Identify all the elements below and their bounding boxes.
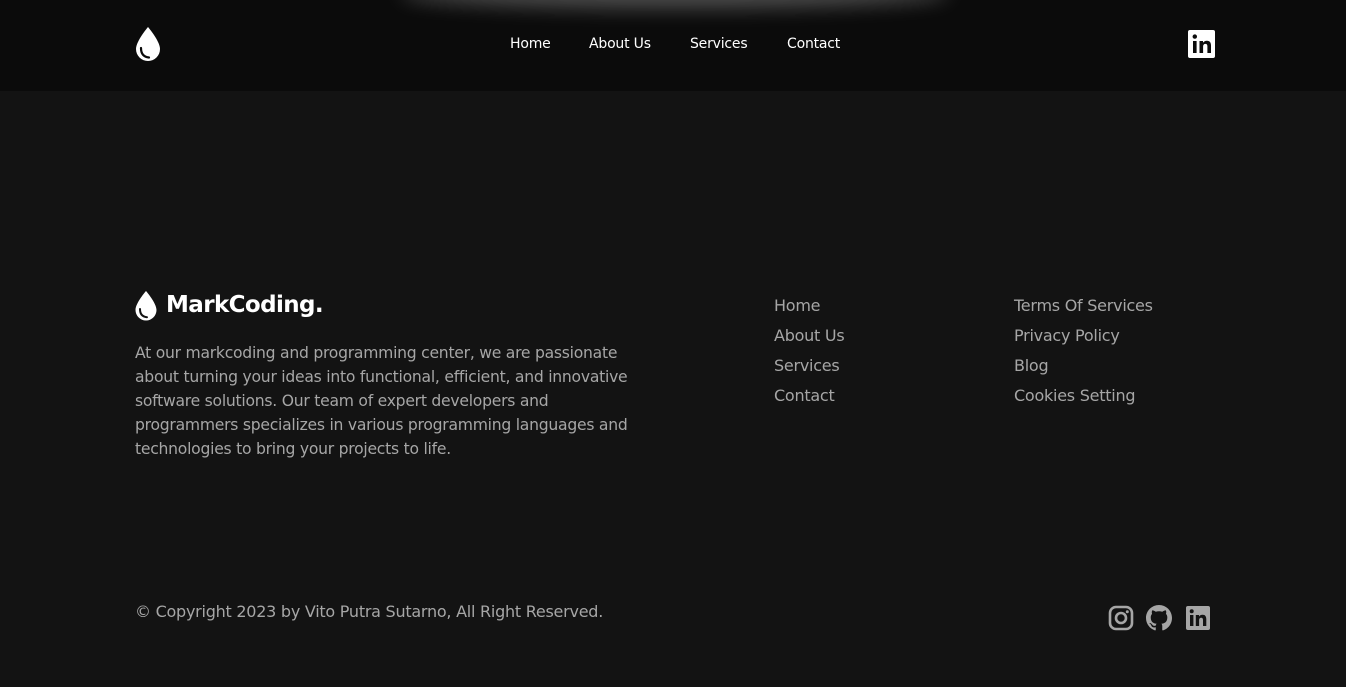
footer-description: At our markcoding and programming center… — [135, 344, 628, 458]
footer-link-cookies[interactable]: Cookies Setting — [1014, 381, 1153, 411]
github-icon[interactable] — [1146, 605, 1172, 631]
nav-links: Home About Us Services Contact — [0, 36, 1346, 56]
navbar: Home About Us Services Contact — [0, 0, 1346, 91]
footer-links-primary: Home About Us Services Contact — [774, 291, 845, 411]
nav-glow — [400, 0, 950, 8]
nav-link-home[interactable]: Home — [510, 36, 551, 52]
nav-link-services[interactable]: Services — [690, 36, 748, 52]
footer-link-about-us[interactable]: About Us — [774, 321, 845, 351]
linkedin-icon[interactable] — [1185, 605, 1211, 631]
footer-link-contact[interactable]: Contact — [774, 381, 844, 411]
footer-link-terms[interactable]: Terms Of Services — [1014, 291, 1153, 321]
linkedin-icon[interactable] — [1188, 30, 1215, 58]
footer-link-services[interactable]: Services — [774, 351, 844, 381]
copyright: © Copyright 2023 by Vito Putra Sutarno, … — [135, 602, 604, 621]
footer-links-secondary: Terms Of Services Privacy Policy Blog Co… — [1014, 291, 1153, 411]
brand-name: MarkCoding. — [166, 292, 324, 318]
instagram-icon[interactable] — [1108, 605, 1134, 631]
nav-link-contact[interactable]: Contact — [787, 36, 840, 52]
footer-link-privacy[interactable]: Privacy Policy — [1014, 321, 1153, 351]
drop-icon — [134, 290, 158, 321]
footer-link-home[interactable]: Home — [774, 291, 844, 321]
footer-link-blog[interactable]: Blog — [1014, 351, 1153, 381]
nav-link-about-us[interactable]: About Us — [589, 36, 651, 52]
